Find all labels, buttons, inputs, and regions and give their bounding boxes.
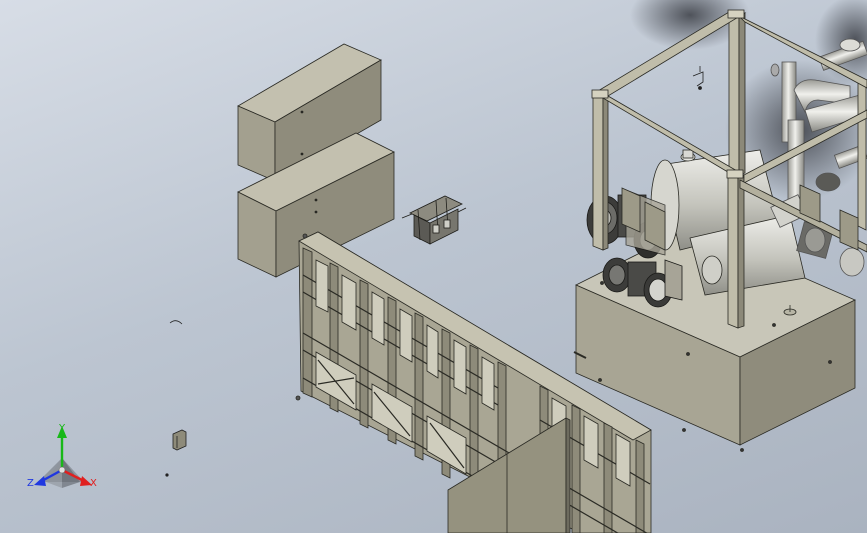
loose-parts[interactable] xyxy=(165,320,187,477)
y-axis-label: Y xyxy=(58,423,66,434)
small-valve xyxy=(692,66,704,90)
z-axis-label: Z xyxy=(27,478,34,489)
z-axis-arrow-icon xyxy=(34,476,46,486)
graphics-viewport[interactable]: Y X Z xyxy=(0,0,867,533)
coordinate-triad-icon[interactable]: Y X Z xyxy=(27,423,97,489)
plate-heat-exchanger[interactable] xyxy=(401,195,467,245)
x-axis-label: X xyxy=(90,478,97,489)
model-scene[interactable]: Y X Z xyxy=(0,0,867,533)
